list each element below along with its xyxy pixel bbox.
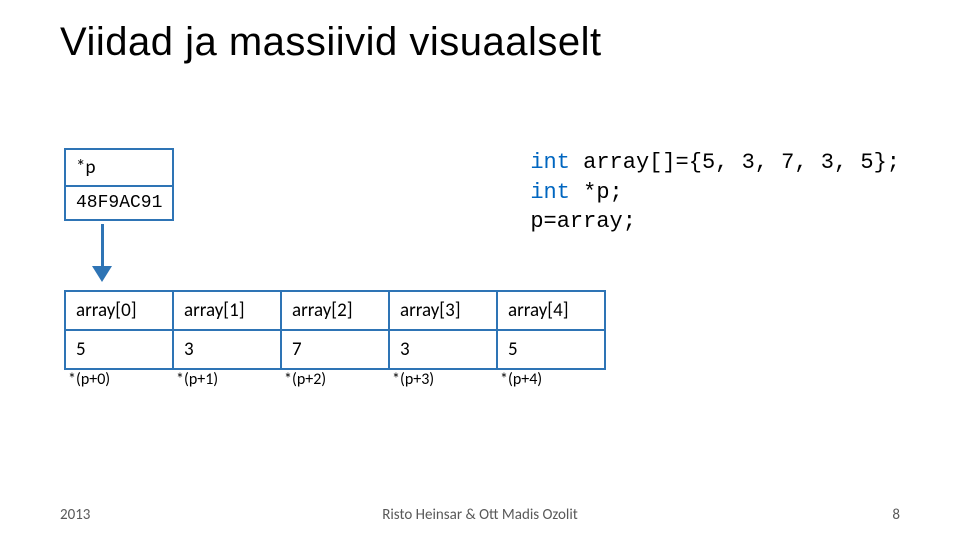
code-keyword: int (530, 150, 570, 175)
array-value-cell: 3 (173, 330, 281, 369)
array-table: array[0] array[1] array[2] array[3] arra… (64, 290, 606, 370)
pointer-variable-box: *p 48F9AC91 (64, 148, 174, 221)
table-row: 5 3 7 3 5 (65, 330, 605, 369)
table-row: array[0] array[1] array[2] array[3] arra… (65, 291, 605, 330)
pointer-deref-label: *(p+3) (388, 370, 496, 389)
footer-page-number: 8 (892, 506, 900, 524)
pointer-deref-label: *(p+2) (280, 370, 388, 389)
array-value-cell: 5 (65, 330, 173, 369)
array-index-cell: array[0] (65, 291, 173, 330)
pointer-arithmetic-labels: *(p+0)*(p+1)*(p+2)*(p+3)*(p+4) (64, 370, 604, 389)
array-value-cell: 3 (389, 330, 497, 369)
pointer-name-cell: *p (66, 150, 172, 187)
pointer-value-cell: 48F9AC91 (66, 187, 172, 219)
array-index-cell: array[2] (281, 291, 389, 330)
arrow-icon (90, 224, 114, 286)
pointer-deref-label: *(p+4) (496, 370, 604, 389)
array-index-cell: array[3] (389, 291, 497, 330)
array-value-cell: 7 (281, 330, 389, 369)
slide: Viidad ja massiivid visuaalselt *p 48F9A… (0, 0, 960, 540)
array-index-cell: array[4] (497, 291, 605, 330)
array-index-cell: array[1] (173, 291, 281, 330)
footer-authors: Risto Heinsar & Ott Madis Ozolit (0, 506, 960, 524)
code-block: int array[]={5, 3, 7, 3, 5}; int *p; p=a… (530, 148, 900, 237)
slide-title: Viidad ja massiivid visuaalselt (60, 20, 602, 65)
code-keyword: int (530, 180, 570, 205)
array-value-cell: 5 (497, 330, 605, 369)
code-text: array[]={5, 3, 7, 3, 5}; (570, 150, 900, 175)
pointer-deref-label: *(p+1) (172, 370, 280, 389)
pointer-deref-label: *(p+0) (64, 370, 172, 389)
code-text: *p; (570, 180, 623, 205)
code-text: p=array; (530, 209, 636, 234)
